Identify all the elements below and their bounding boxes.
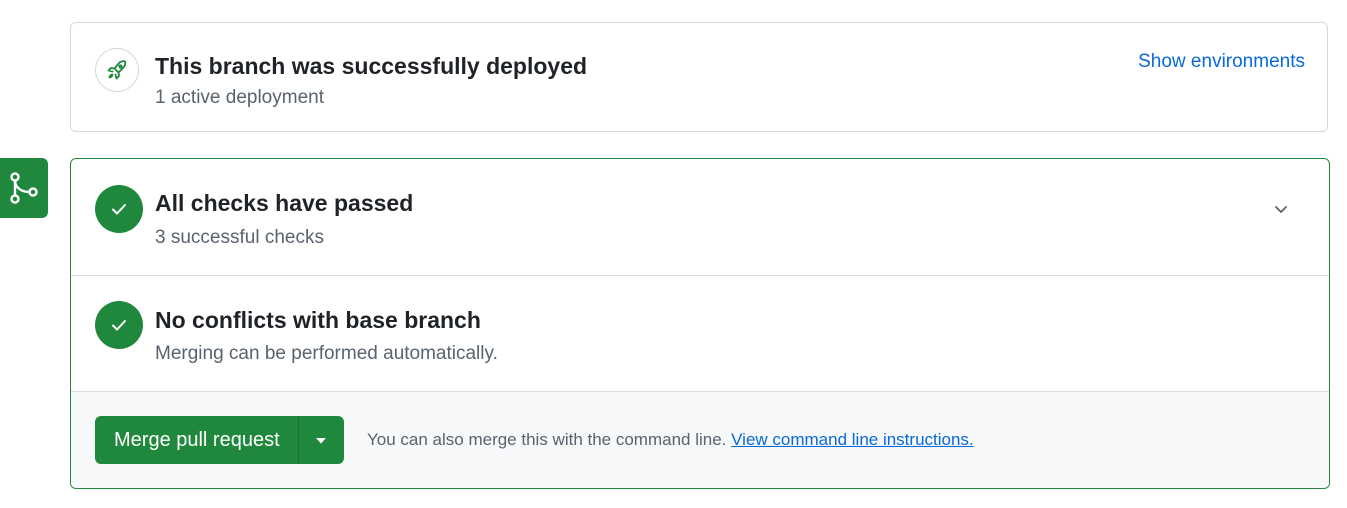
check-icon bbox=[95, 301, 143, 349]
conflicts-subtitle: Merging can be performed automatically. bbox=[155, 343, 498, 364]
rocket-icon bbox=[95, 48, 139, 92]
git-merge-icon bbox=[0, 158, 48, 218]
merge-pull-request-button[interactable]: Merge pull request bbox=[95, 416, 298, 464]
checks-subtitle: 3 successful checks bbox=[155, 227, 324, 248]
deployment-title: This branch was successfully deployed bbox=[155, 53, 588, 79]
merge-status-box: All checks have passed 3 successful chec… bbox=[70, 158, 1330, 489]
merge-action-section: Merge pull request You can also merge th… bbox=[71, 392, 1329, 488]
show-environments-link[interactable]: Show environments bbox=[1138, 51, 1305, 73]
conflicts-section: No conflicts with base branch Merging ca… bbox=[71, 276, 1329, 392]
conflicts-title: No conflicts with base branch bbox=[155, 307, 481, 333]
command-line-hint: You can also merge this with the command… bbox=[367, 430, 974, 450]
merge-button-group: Merge pull request bbox=[95, 416, 344, 464]
view-command-line-instructions-link[interactable]: View command line instructions. bbox=[731, 430, 974, 449]
chevron-down-icon[interactable] bbox=[1269, 197, 1293, 221]
command-line-helper-text: You can also merge this with the command… bbox=[367, 430, 727, 449]
deployment-status-box: This branch was successfully deployed 1 … bbox=[70, 22, 1328, 132]
merge-options-dropdown[interactable] bbox=[297, 416, 344, 464]
checks-title: All checks have passed bbox=[155, 190, 414, 216]
check-icon bbox=[95, 185, 143, 233]
checks-section: All checks have passed 3 successful chec… bbox=[71, 159, 1329, 276]
triangle-down-icon bbox=[315, 433, 327, 448]
deployment-subtitle: 1 active deployment bbox=[155, 87, 324, 108]
